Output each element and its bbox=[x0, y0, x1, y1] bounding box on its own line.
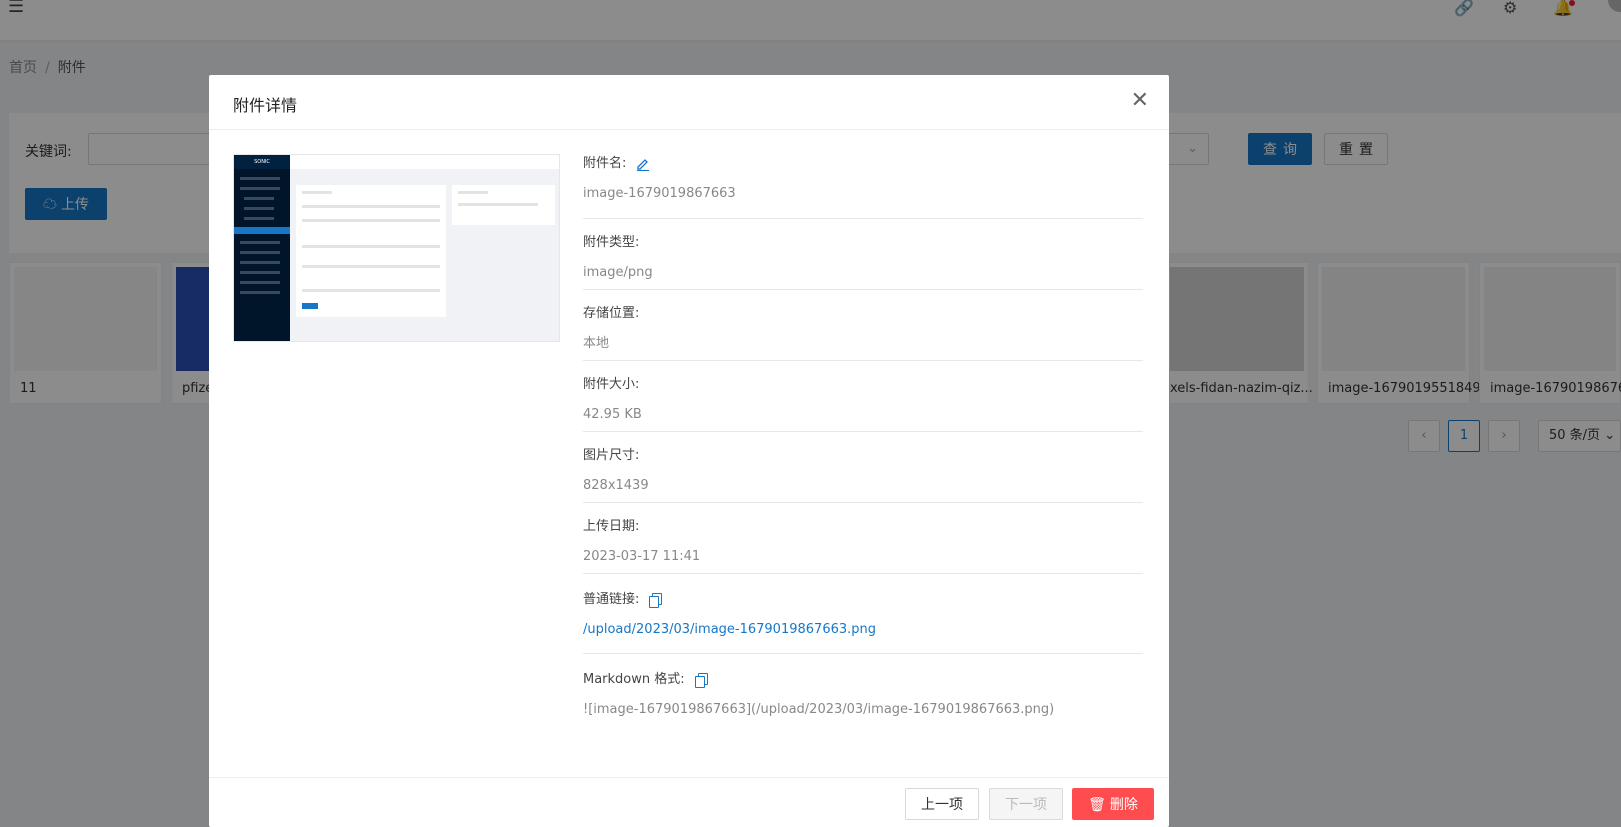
field-upload-date: 上传日期: 2023-03-17 11:41 bbox=[583, 503, 1143, 574]
preview-sidebar: SONIC bbox=[234, 155, 290, 341]
delete-icon: 🗑 bbox=[1088, 796, 1106, 812]
attachment-info: 附件名: image-1679019867663 附件类型: image/png… bbox=[583, 154, 1143, 734]
copy-icon[interactable] bbox=[649, 593, 663, 608]
edit-icon[interactable] bbox=[636, 157, 650, 172]
link-value[interactable]: /upload/2023/03/image-1679019867663.png bbox=[583, 620, 1143, 640]
field-label: 上传日期: bbox=[583, 519, 640, 534]
modal-footer: 上一项 下一项 🗑 删除 bbox=[209, 777, 1169, 827]
modal-header: 附件详情 ✕ bbox=[209, 75, 1169, 130]
modal-title: 附件详情 bbox=[233, 96, 298, 115]
copy-icon[interactable] bbox=[694, 673, 709, 688]
field-label: 图片尺寸: bbox=[583, 448, 640, 463]
field-link: 普通链接: /upload/2023/03/image-167901986766… bbox=[583, 574, 1143, 654]
field-value: 42.95 KB bbox=[583, 407, 642, 422]
field-value: 828x1439 bbox=[583, 478, 649, 493]
field-label: 附件大小: bbox=[583, 377, 640, 392]
preview-logo: SONIC bbox=[234, 155, 290, 169]
close-icon[interactable]: ✕ bbox=[1131, 87, 1149, 115]
field-type: 附件类型: image/png bbox=[583, 219, 1143, 290]
delete-label: 删除 bbox=[1109, 796, 1138, 812]
field-value: image/png bbox=[583, 265, 653, 280]
field-value: 2023-03-17 11:41 bbox=[583, 549, 701, 564]
field-value: image-1679019867663 bbox=[583, 186, 736, 201]
field-markdown: Markdown 格式: ![image-1679019867663](/upl… bbox=[583, 654, 1143, 734]
field-label: 存储位置: bbox=[583, 306, 640, 321]
field-name: 附件名: image-1679019867663 bbox=[583, 154, 1143, 219]
field-label: 普通链接: bbox=[583, 592, 640, 607]
attachment-detail-modal: 附件详情 ✕ SONIC 附件名: image-1679019867663 附件… bbox=[209, 75, 1169, 827]
prev-item-button[interactable]: 上一项 bbox=[905, 788, 979, 820]
field-storage: 存储位置: 本地 bbox=[583, 290, 1143, 361]
attachment-preview-image: SONIC bbox=[233, 154, 560, 342]
field-label: 附件类型: bbox=[583, 235, 640, 250]
field-size: 附件大小: 42.95 KB bbox=[583, 361, 1143, 432]
field-value: ![image-1679019867663](/upload/2023/03/i… bbox=[583, 702, 1055, 717]
next-item-button[interactable]: 下一项 bbox=[989, 788, 1063, 820]
field-dimensions: 图片尺寸: 828x1439 bbox=[583, 432, 1143, 503]
field-label: Markdown 格式: bbox=[583, 672, 685, 687]
field-value: 本地 bbox=[583, 336, 610, 351]
field-label: 附件名: bbox=[583, 156, 627, 171]
delete-button[interactable]: 🗑 删除 bbox=[1072, 788, 1154, 820]
